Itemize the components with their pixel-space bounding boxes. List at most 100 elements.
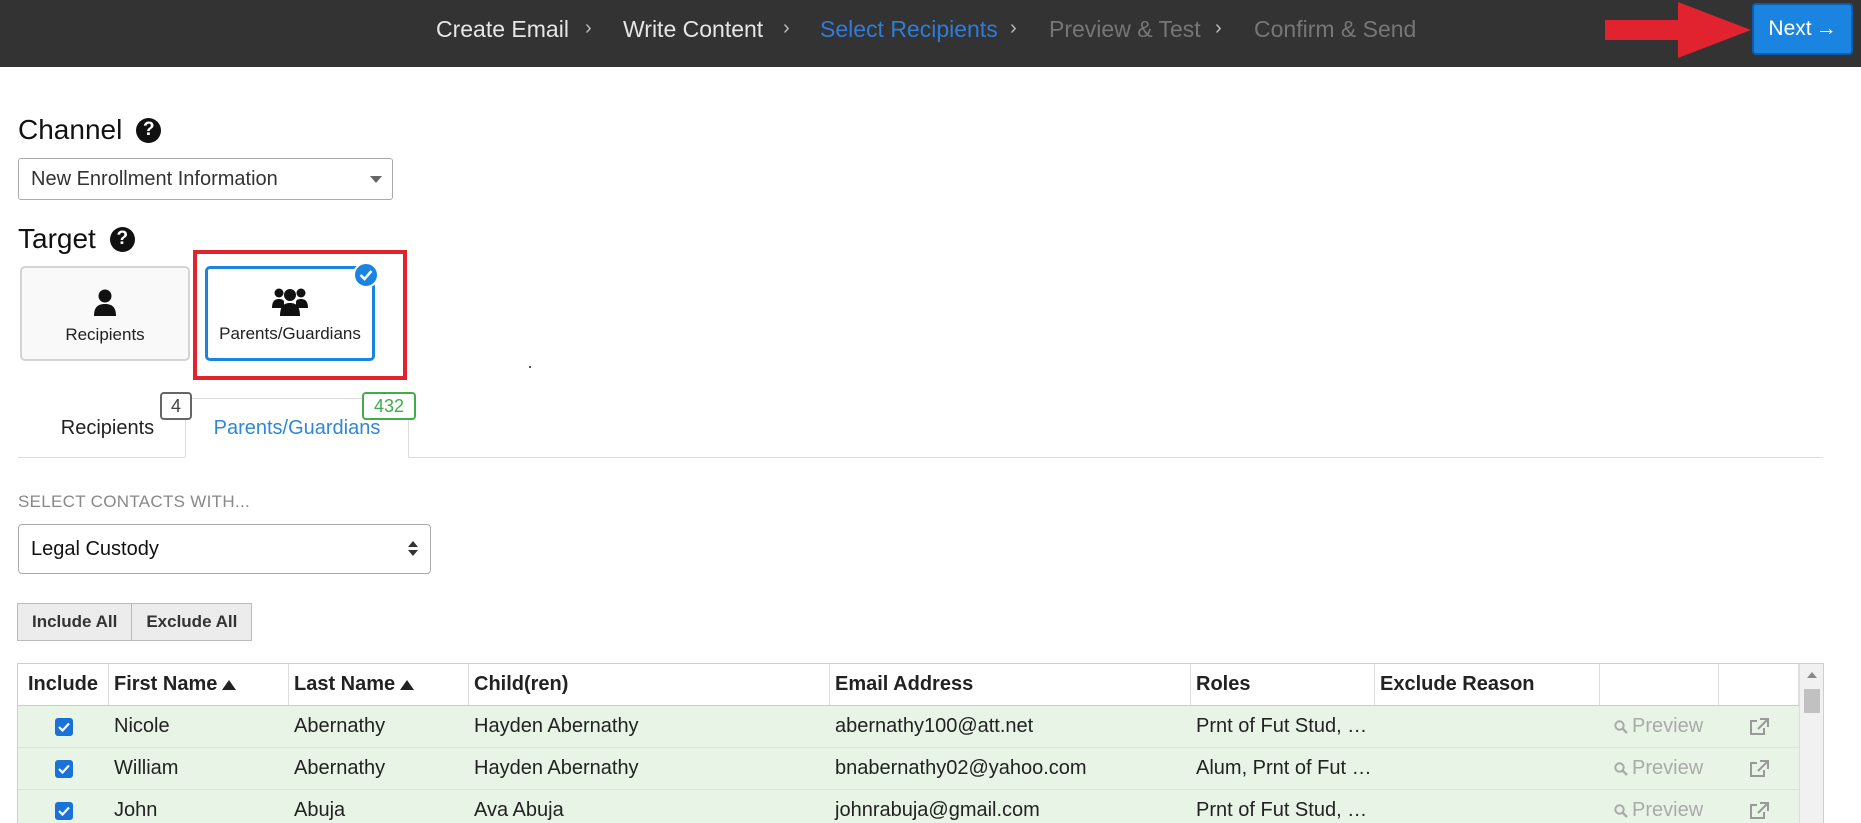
open-external-button[interactable] bbox=[1719, 706, 1799, 747]
children-cell: Hayden Abernathy bbox=[474, 757, 639, 779]
recipients-count-badge: 4 bbox=[160, 392, 192, 420]
checkbox-checked-icon bbox=[54, 801, 73, 820]
caret-down-icon bbox=[370, 176, 382, 183]
column-header-preview bbox=[1600, 664, 1719, 705]
chevron-right-icon: › bbox=[585, 17, 592, 39]
sort-ascending-icon bbox=[400, 679, 415, 690]
annotation-arrow-icon bbox=[1605, 2, 1751, 58]
column-header-roles[interactable]: Roles bbox=[1191, 664, 1375, 705]
preview-button[interactable]: Preview bbox=[1600, 790, 1719, 823]
children-cell: Ava Abuja bbox=[474, 799, 564, 821]
channel-select[interactable]: New Enrollment Information bbox=[18, 158, 393, 200]
search-icon bbox=[1614, 761, 1628, 776]
column-header-last-name[interactable]: Last Name bbox=[289, 664, 469, 705]
user-icon bbox=[94, 289, 116, 316]
bulk-actions: Include All Exclude All bbox=[17, 603, 253, 641]
target-heading: Target ? bbox=[18, 223, 135, 255]
step-write-content[interactable]: Write Content bbox=[623, 16, 763, 43]
open-external-button[interactable] bbox=[1719, 748, 1799, 789]
contacts-filter-value: Legal Custody bbox=[31, 537, 159, 560]
checkbox-checked-icon bbox=[54, 759, 73, 778]
table-row: John Abuja Ava Abuja johnrabuja@gmail.co… bbox=[18, 790, 1799, 823]
email-cell: johnrabuja@gmail.com bbox=[835, 799, 1040, 821]
include-checkbox[interactable] bbox=[18, 706, 109, 747]
arrow-right-icon: → bbox=[1815, 17, 1837, 40]
preview-button[interactable]: Preview bbox=[1600, 748, 1719, 789]
wizard-bar: Create Email › Write Content › Select Re… bbox=[0, 0, 1861, 67]
external-link-icon bbox=[1750, 717, 1769, 735]
select-contacts-label: SELECT CONTACTS WITH... bbox=[18, 492, 251, 511]
first-name-cell: Nicole bbox=[114, 715, 170, 737]
table-header: Include First Name Last Name Child(ren) … bbox=[18, 664, 1799, 706]
preview-label: Preview bbox=[1632, 799, 1704, 821]
table-row: Nicole Abernathy Hayden Abernathy aberna… bbox=[18, 706, 1799, 748]
last-name-cell: Abuja bbox=[294, 799, 346, 821]
annotation-highlight-box bbox=[193, 250, 407, 380]
select-arrows-icon bbox=[408, 541, 418, 556]
contacts-table: Include First Name Last Name Child(ren) … bbox=[17, 663, 1824, 823]
tab-label: Recipients bbox=[60, 416, 155, 439]
column-header-exclude-reason[interactable]: Exclude Reason bbox=[1375, 664, 1600, 705]
first-name-cell: John bbox=[114, 799, 158, 821]
help-icon[interactable]: ? bbox=[109, 226, 135, 252]
chevron-right-icon: › bbox=[1010, 17, 1017, 39]
tab-label: Parents/Guardians bbox=[213, 416, 381, 439]
channel-heading: Channel ? bbox=[18, 114, 162, 146]
column-header-first-name[interactable]: First Name bbox=[109, 664, 289, 705]
next-button[interactable]: Next → bbox=[1752, 3, 1853, 55]
checkbox-checked-icon bbox=[54, 717, 73, 736]
children-cell: Hayden Abernathy bbox=[474, 715, 639, 737]
exclude-reason-cell bbox=[1375, 748, 1600, 789]
channel-select-value: New Enrollment Information bbox=[31, 167, 278, 190]
external-link-icon bbox=[1750, 801, 1769, 819]
next-button-label: Next bbox=[1768, 17, 1812, 40]
exclude-reason-cell bbox=[1375, 790, 1600, 823]
column-header-label: Last Name bbox=[294, 673, 396, 695]
first-name-cell: William bbox=[114, 757, 179, 779]
include-checkbox[interactable] bbox=[18, 790, 109, 823]
chevron-right-icon: › bbox=[783, 17, 790, 39]
search-icon bbox=[1614, 803, 1628, 818]
sort-ascending-icon bbox=[222, 679, 237, 690]
column-header-email[interactable]: Email Address bbox=[830, 664, 1191, 705]
scrollbar-thumb[interactable] bbox=[1804, 689, 1820, 713]
target-option-recipients[interactable]: Recipients bbox=[20, 266, 190, 361]
roles-cell: Prnt of Fut Stud, … bbox=[1196, 799, 1368, 821]
step-preview-test: Preview & Test bbox=[1049, 16, 1201, 42]
column-header-open bbox=[1719, 664, 1799, 705]
stray-dot bbox=[529, 366, 531, 368]
contacts-filter-select[interactable]: Legal Custody bbox=[18, 524, 431, 574]
include-checkbox[interactable] bbox=[18, 748, 109, 789]
roles-cell: Prnt of Fut Stud, … bbox=[1196, 715, 1368, 737]
search-icon bbox=[1614, 719, 1628, 734]
include-all-button[interactable]: Include All bbox=[17, 603, 133, 641]
table-row: William Abernathy Hayden Abernathy bnabe… bbox=[18, 748, 1799, 790]
preview-label: Preview bbox=[1632, 715, 1704, 737]
help-icon[interactable]: ? bbox=[136, 117, 162, 143]
parents-count-badge: 432 bbox=[362, 392, 416, 420]
channel-label: Channel bbox=[18, 114, 123, 145]
target-option-label: Recipients bbox=[65, 325, 145, 344]
preview-button[interactable]: Preview bbox=[1600, 706, 1719, 747]
wizard-steps: Create Email › Write Content › Select Re… bbox=[0, 0, 1861, 60]
step-select-recipients[interactable]: Select Recipients bbox=[820, 16, 998, 43]
step-create-email[interactable]: Create Email bbox=[436, 16, 569, 43]
roles-cell: Alum, Prnt of Fut … bbox=[1196, 757, 1372, 779]
email-cell: bnabernathy02@yahoo.com bbox=[835, 757, 1087, 779]
last-name-cell: Abernathy bbox=[294, 757, 386, 779]
open-external-button[interactable] bbox=[1719, 790, 1799, 823]
scroll-up-icon[interactable] bbox=[1807, 672, 1817, 678]
table-scrollbar[interactable] bbox=[1799, 664, 1823, 823]
target-label: Target bbox=[18, 223, 96, 254]
exclude-reason-cell bbox=[1375, 706, 1600, 747]
exclude-all-button[interactable]: Exclude All bbox=[132, 603, 253, 641]
step-confirm-send: Confirm & Send bbox=[1254, 16, 1417, 42]
column-header-children[interactable]: Child(ren) bbox=[469, 664, 830, 705]
chevron-right-icon: › bbox=[1215, 17, 1222, 39]
column-header-label: First Name bbox=[114, 673, 218, 695]
preview-label: Preview bbox=[1632, 757, 1704, 779]
column-header-include: Include bbox=[18, 664, 109, 705]
external-link-icon bbox=[1750, 759, 1769, 777]
last-name-cell: Abernathy bbox=[294, 715, 386, 737]
email-cell: abernathy100@att.net bbox=[835, 715, 1034, 737]
